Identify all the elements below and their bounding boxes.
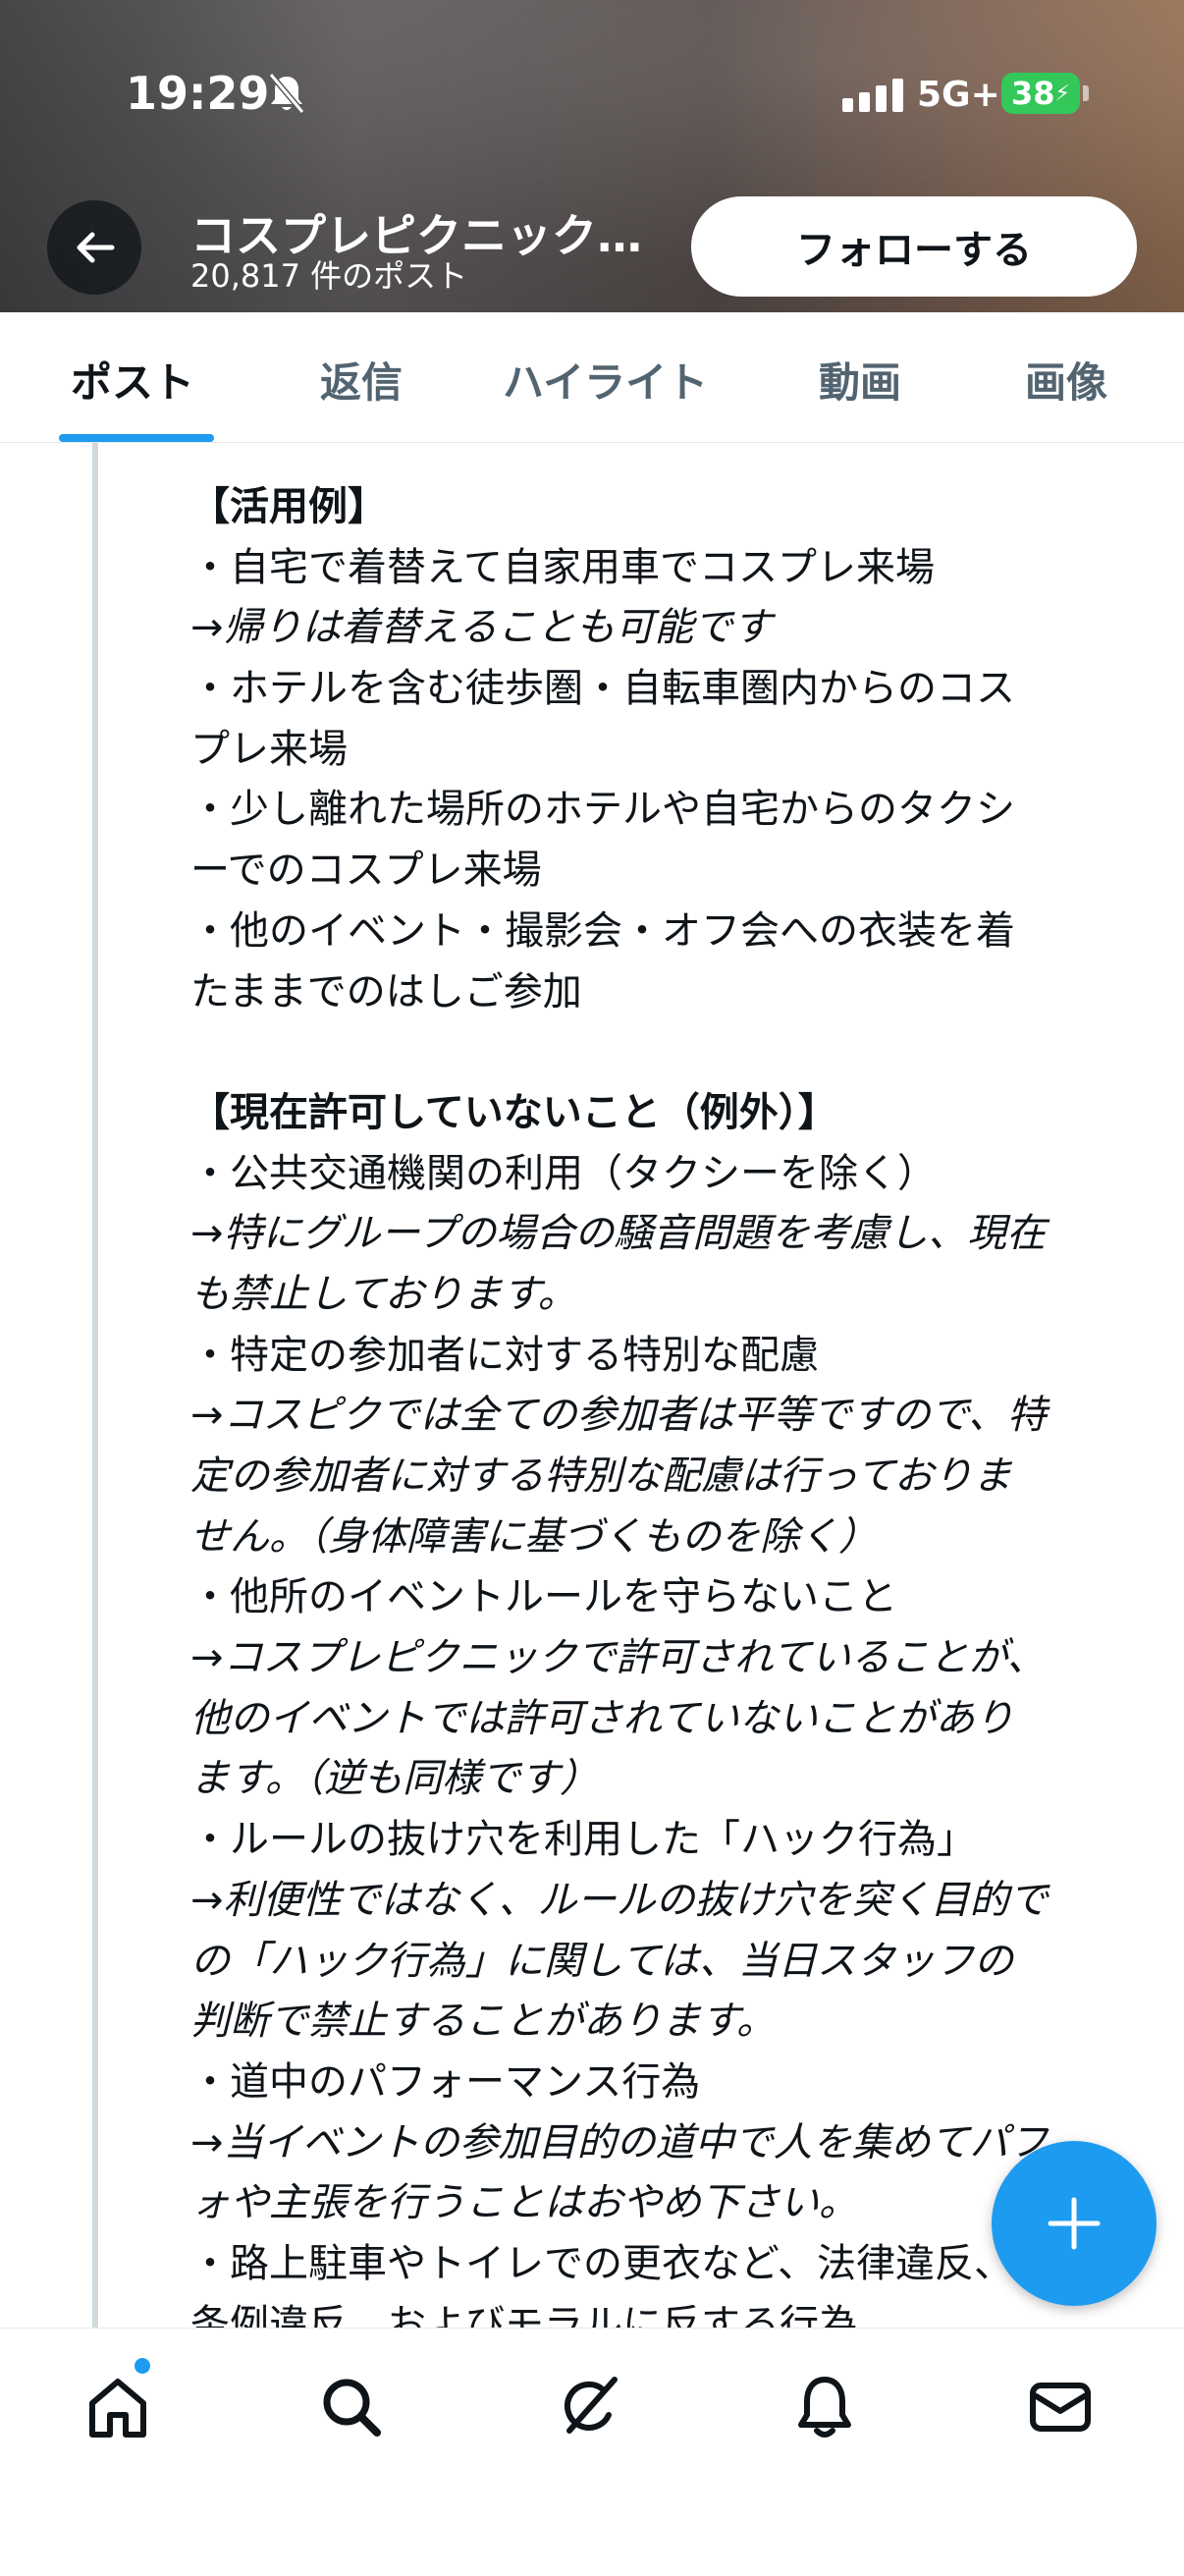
battery-icon: 38 ⚡ [1001, 73, 1080, 114]
post-line: 【現在許可していないこと（例外）】 [190, 1089, 837, 1135]
post-count: 20,817 件のポスト [190, 257, 468, 295]
post-line: ・他所のイベントルールを守らないこと [190, 1574, 897, 1620]
nav-search[interactable] [312, 2368, 391, 2446]
back-button[interactable] [47, 200, 141, 295]
post-line: ・他のイベント・撮影会・オフ会への衣装を着 [190, 907, 1015, 954]
post-line: の「ハック行為」に関しては、当日スタッフの [190, 1938, 1013, 1984]
network-type: 5G+ [917, 75, 1000, 115]
plus-icon [1048, 2197, 1101, 2250]
post-line: 定の参加者に対する特別な配慮は行っておりま [190, 1453, 1012, 1499]
mail-icon [1030, 2383, 1091, 2432]
post-body: 【活用例】 ・自宅で着替えて自家用車でコスプレ来場 →帰りは着替えることも可能で… [190, 477, 1172, 2355]
grok-icon [564, 2377, 618, 2434]
post-line: ます。（逆も同様です） [190, 1756, 599, 1802]
post-line: も禁止しております。 [190, 1271, 577, 1317]
post-line-blank [190, 1022, 1172, 1083]
post-line: ・ルールの抜け穴を利用した「ハック行為」 [190, 1817, 976, 1863]
post-line: ・ホテルを含む徒歩圏・自転車圏内からのコス [190, 666, 1015, 712]
notification-dot [135, 2358, 150, 2374]
tab-highlights[interactable]: ハイライト [503, 350, 708, 410]
nav-grok[interactable] [550, 2368, 628, 2446]
search-icon [323, 2379, 381, 2437]
battery-tip [1083, 85, 1089, 101]
post-line: →利便性ではなく、ルールの抜け穴を突く目的で [190, 1877, 1049, 1923]
post-line: ーでのコスプレ来場 [190, 848, 542, 894]
post-line: ・道中のパフォーマンス行為 [190, 2058, 701, 2105]
post-line: 他のイベントでは許可されていないことがあり [190, 1695, 1014, 1741]
status-time: 19:29 [126, 67, 270, 120]
tab-images[interactable]: 画像 [1025, 350, 1107, 410]
thread-connector-line [92, 443, 98, 2329]
tab-replies[interactable]: 返信 [320, 350, 403, 410]
nav-notifications[interactable] [785, 2368, 864, 2446]
profile-tabs: ポスト 返信 ハイライト 動画 画像 [0, 312, 1184, 443]
cellular-signal-icon [842, 79, 903, 112]
post-line: ・公共交通機関の利用（タクシーを除く） [190, 1150, 937, 1196]
home-icon [89, 2379, 146, 2438]
post-line: たままでのはしご参加 [190, 968, 582, 1014]
post-line: ・特定の参加者に対する特別な配慮 [190, 1332, 819, 1378]
tab-posts[interactable]: ポスト [71, 350, 194, 410]
post-line: ・少し離れた場所のホテルや自宅からのタクシ [190, 787, 1015, 833]
arrow-left-icon [77, 232, 115, 263]
post-line: →特にグループの場合の騒音問題を考慮し、現在 [190, 1211, 1047, 1257]
nav-home[interactable] [79, 2368, 157, 2446]
post-line: プレ来場 [190, 726, 348, 772]
post-line: せん。（身体障害に基づくものを除く） [190, 1513, 878, 1560]
post-line: →帰りは着替えることも可能です [190, 605, 773, 651]
post-line: →コスピクでは全ての参加者は平等ですので、特 [190, 1393, 1047, 1439]
active-tab-indicator [59, 434, 214, 442]
post-line: ・自宅で着替えて自家用車でコスプレ来場 [190, 544, 935, 590]
battery-level: 38 [1011, 75, 1055, 112]
post-line: 【活用例】 [190, 484, 387, 529]
nav-messages[interactable] [1021, 2368, 1100, 2446]
compose-post-button[interactable] [992, 2141, 1157, 2306]
bell-slash-icon [267, 73, 306, 120]
follow-button[interactable]: フォローする [691, 196, 1137, 297]
post-line: 判断で禁止することがあります。 [190, 1999, 776, 2045]
bell-icon [798, 2377, 851, 2438]
bottom-navigation [0, 2328, 1184, 2576]
post-line: →コスプレピクニックで許可されていることが、 [190, 1635, 1047, 1681]
tab-videos[interactable]: 動画 [819, 350, 901, 410]
